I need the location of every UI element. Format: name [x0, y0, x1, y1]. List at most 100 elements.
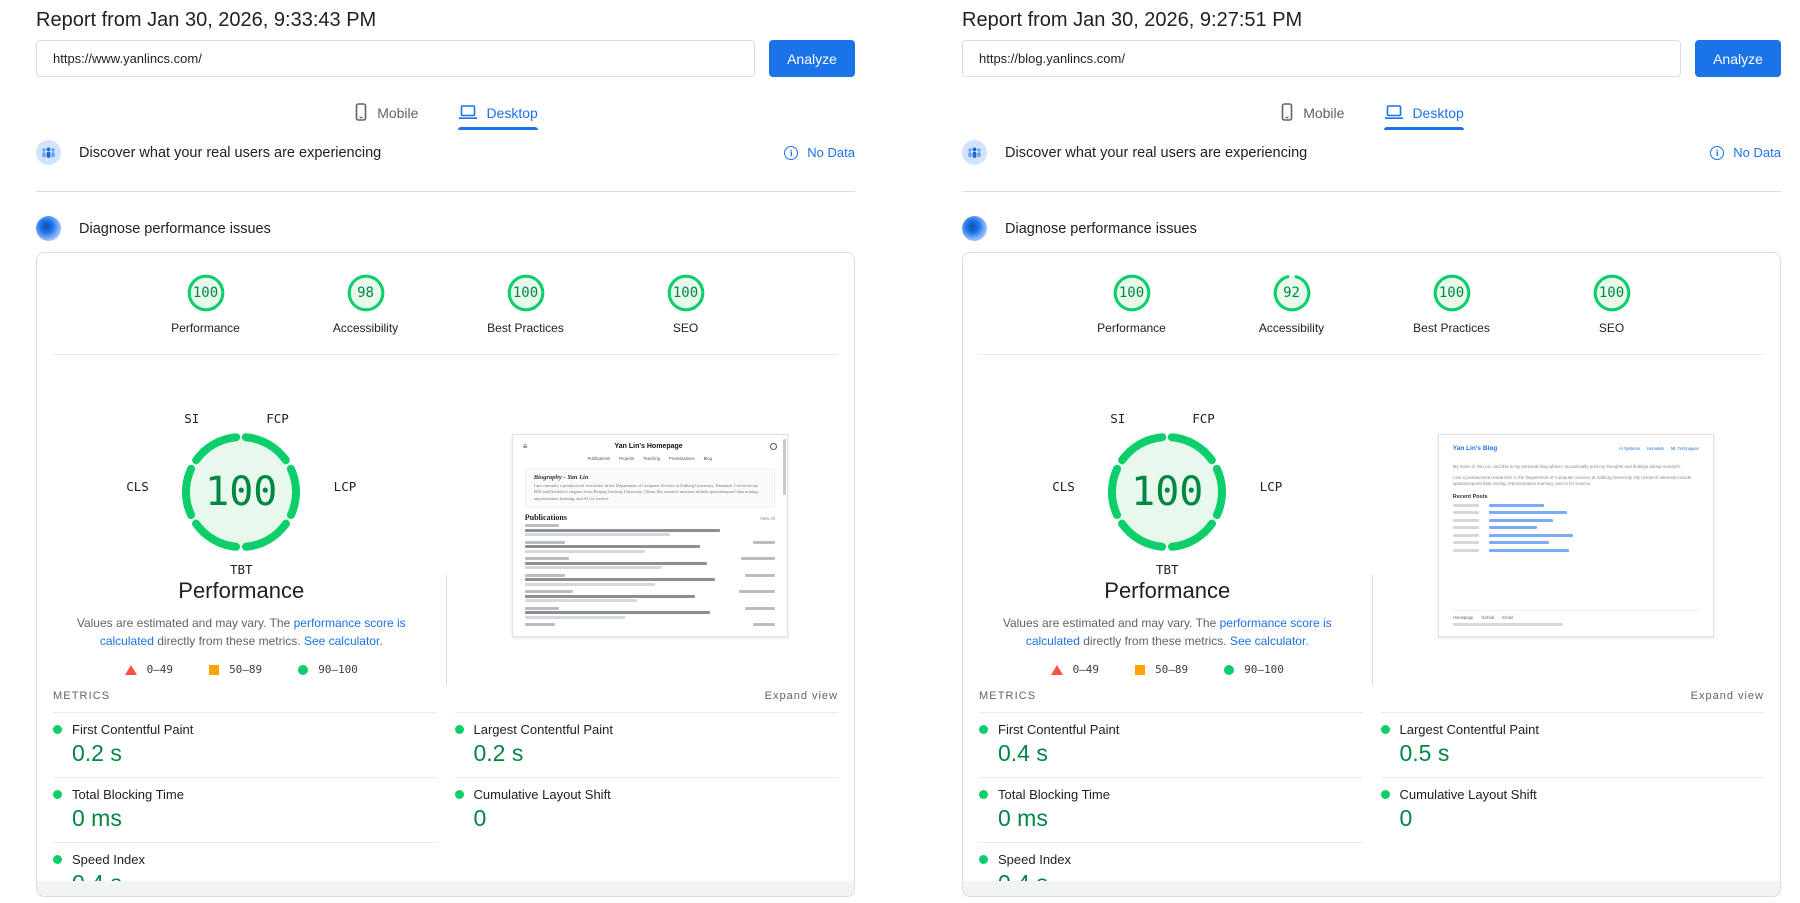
- page-screenshot-thumbnail[interactable]: Yan Lin's Blog AI SystemsHomelabML Techn…: [1438, 434, 1714, 637]
- tab-mobile[interactable]: Mobile: [1279, 103, 1344, 130]
- pass-circle-icon: [1224, 665, 1234, 675]
- pass-dot-icon: [53, 855, 62, 864]
- device-tabs: Mobile Desktop: [962, 103, 1781, 130]
- pass-dot-icon: [455, 790, 464, 799]
- desktop-icon: [458, 104, 478, 121]
- real-users-icon: [36, 140, 61, 165]
- tab-desktop-label: Desktop: [486, 105, 537, 121]
- page-title: Report from Jan 30, 2026, 9:27:51 PM: [962, 8, 1781, 32]
- device-tabs: Mobile Desktop: [36, 103, 855, 130]
- score-seo[interactable]: 100 SEO: [638, 273, 734, 335]
- gauge-label-cls: CLS: [1052, 479, 1075, 494]
- pass-dot-icon: [979, 725, 988, 734]
- score-disclaimer: Values are estimated and may vary. The p…: [997, 614, 1337, 650]
- tab-desktop-label: Desktop: [1412, 105, 1463, 121]
- field-data-title: Discover what your real users are experi…: [1005, 145, 1307, 161]
- desktop-icon: [1384, 104, 1404, 121]
- thumb-footer: HomepageGitHubEmail: [1453, 610, 1699, 626]
- url-bar: Analyze: [962, 40, 1781, 77]
- gauge-label-fcp: FCP: [1192, 411, 1215, 426]
- score-performance[interactable]: 100 Performance: [158, 273, 254, 335]
- diagnose-icon: [36, 216, 61, 241]
- metrics-grid: First Contentful Paint 0.2 s Largest Con…: [53, 712, 838, 897]
- lab-data-title: Diagnose performance issues: [1005, 221, 1197, 237]
- pass-dot-icon: [53, 790, 62, 799]
- url-bar: Analyze: [36, 40, 855, 77]
- column-divider: [446, 575, 447, 685]
- url-input[interactable]: [36, 40, 755, 77]
- real-users-icon: [962, 140, 987, 165]
- gauge-title: Performance: [963, 578, 1372, 604]
- category-scores: 100 Performance 98 Accessibility 100 Bes…: [37, 253, 854, 335]
- gauge-title: Performance: [37, 578, 446, 604]
- score-legend: 0–49 50–89 90–100: [37, 663, 446, 676]
- url-input[interactable]: [962, 40, 1681, 77]
- expand-view-button[interactable]: Expand view: [765, 690, 838, 702]
- score-performance[interactable]: 100 Performance: [1084, 273, 1180, 335]
- gauge-score: 100: [176, 427, 306, 557]
- score-legend: 0–49 50–89 90–100: [963, 663, 1372, 676]
- performance-gauge[interactable]: 100 SI FCP CLS LCP TBT: [1052, 411, 1282, 574]
- expand-view-button[interactable]: Expand view: [1691, 690, 1764, 702]
- report-panel-www: Report from Jan 30, 2026, 9:33:43 PM Ana…: [36, 0, 855, 897]
- gauge-label-si: SI: [1110, 411, 1125, 426]
- thumb-nav: PublicationsProjectsTeachingPresentation…: [513, 454, 787, 466]
- average-square-icon: [209, 665, 219, 675]
- analyze-button[interactable]: Analyze: [1695, 40, 1781, 77]
- gauge-label-tbt: TBT: [126, 562, 356, 577]
- metric-cls: Cumulative Layout Shift 0: [455, 777, 839, 842]
- analyze-button[interactable]: Analyze: [769, 40, 855, 77]
- average-square-icon: [1135, 665, 1145, 675]
- section-divider: [36, 191, 855, 192]
- gauge-label-tbt: TBT: [1052, 562, 1282, 577]
- lab-data-section-header: Diagnose performance issues: [36, 216, 855, 241]
- gauge-label-si: SI: [184, 411, 199, 426]
- score-seo[interactable]: 100 SEO: [1564, 273, 1660, 335]
- thumb-site-title: Yan Lin's Homepage: [527, 443, 769, 450]
- pass-dot-icon: [1381, 790, 1390, 799]
- score-accessibility[interactable]: 92 Accessibility: [1244, 273, 1340, 335]
- fail-triangle-icon: [125, 665, 137, 675]
- card-footer-strip: [37, 881, 854, 896]
- gauge-label-lcp: LCP: [334, 479, 357, 494]
- no-data-status[interactable]: i No Data: [1710, 145, 1781, 160]
- metric-tbt: Total Blocking Time 0 ms: [979, 777, 1363, 842]
- gauge-label-cls: CLS: [126, 479, 149, 494]
- see-calculator-link[interactable]: See calculator.: [1230, 634, 1309, 648]
- score-accessibility[interactable]: 98 Accessibility: [318, 273, 414, 335]
- tab-desktop[interactable]: Desktop: [458, 103, 537, 130]
- performance-gauge[interactable]: 100 SI FCP CLS LCP TBT: [126, 411, 356, 574]
- active-tab-underline: [458, 127, 537, 130]
- pass-circle-icon: [298, 665, 308, 675]
- thumb-scrollbar: [783, 439, 786, 495]
- field-data-title: Discover what your real users are experi…: [79, 145, 381, 161]
- metrics-header: METRICS: [979, 690, 1036, 702]
- score-best-practices[interactable]: 100 Best Practices: [478, 273, 574, 335]
- score-best-practices[interactable]: 100 Best Practices: [1404, 273, 1500, 335]
- lab-data-section-header: Diagnose performance issues: [962, 216, 1781, 241]
- gauge-label-fcp: FCP: [266, 411, 289, 426]
- section-divider: [962, 191, 1781, 192]
- category-scores: 100 Performance 92 Accessibility 100 Bes…: [963, 253, 1780, 335]
- thumb-view-all: View All: [760, 516, 775, 521]
- see-calculator-link[interactable]: See calculator.: [304, 634, 383, 648]
- thumb-site-title: Yan Lin's Blog: [1453, 445, 1498, 452]
- fail-triangle-icon: [1051, 665, 1063, 675]
- thumb-publications-heading: Publications: [525, 513, 567, 522]
- active-tab-underline: [1384, 127, 1463, 130]
- tab-mobile-label: Mobile: [377, 105, 418, 121]
- tab-desktop[interactable]: Desktop: [1384, 103, 1463, 130]
- lab-data-title: Diagnose performance issues: [79, 221, 271, 237]
- info-icon: i: [1710, 146, 1724, 160]
- pass-dot-icon: [1381, 725, 1390, 734]
- lighthouse-report-card: 100 Performance 98 Accessibility 100 Bes…: [36, 252, 855, 897]
- tab-mobile[interactable]: Mobile: [353, 103, 418, 130]
- metric-fcp: First Contentful Paint 0.4 s: [979, 712, 1363, 777]
- no-data-status[interactable]: i No Data: [784, 145, 855, 160]
- thumb-recent-posts-heading: Recent Posts: [1453, 494, 1699, 500]
- metrics-header: METRICS: [53, 690, 110, 702]
- metric-cls: Cumulative Layout Shift 0: [1381, 777, 1765, 842]
- gauge-score: 100: [1102, 427, 1232, 557]
- page-screenshot-thumbnail[interactable]: ≡ Yan Lin's Homepage PublicationsProject…: [512, 434, 788, 637]
- score-disclaimer: Values are estimated and may vary. The p…: [71, 614, 411, 650]
